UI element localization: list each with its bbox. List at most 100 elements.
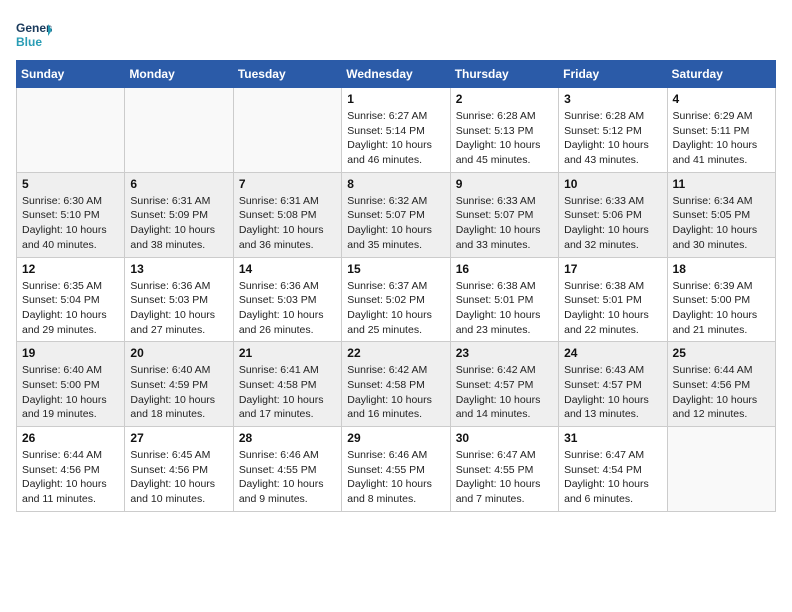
day-number: 12 xyxy=(22,262,119,276)
day-info: Sunrise: 6:33 AM Sunset: 5:06 PM Dayligh… xyxy=(564,194,661,253)
calendar-cell: 27 Sunrise: 6:45 AM Sunset: 4:56 PM Dayli… xyxy=(125,427,233,512)
calendar-cell: 3 Sunrise: 6:28 AM Sunset: 5:12 PM Daylig… xyxy=(559,88,667,173)
svg-text:Blue: Blue xyxy=(16,35,42,49)
day-number: 8 xyxy=(347,177,444,191)
day-number: 21 xyxy=(239,346,336,360)
logo-icon: General Blue xyxy=(16,16,52,52)
day-info: Sunrise: 6:40 AM Sunset: 5:00 PM Dayligh… xyxy=(22,363,119,422)
calendar-cell: 11 Sunrise: 6:34 AM Sunset: 5:05 PM Dayli… xyxy=(667,172,775,257)
calendar-table: SundayMondayTuesdayWednesdayThursdayFrid… xyxy=(16,60,776,512)
day-number: 4 xyxy=(673,92,770,106)
day-info: Sunrise: 6:40 AM Sunset: 4:59 PM Dayligh… xyxy=(130,363,227,422)
calendar-cell: 29 Sunrise: 6:46 AM Sunset: 4:55 PM Dayli… xyxy=(342,427,450,512)
calendar-week-row: 5 Sunrise: 6:30 AM Sunset: 5:10 PM Daylig… xyxy=(17,172,776,257)
calendar-cell: 25Sunrise: 6:44 AM Sunset: 4:56 PM Dayli… xyxy=(667,342,775,427)
day-number: 22 xyxy=(347,346,444,360)
calendar-cell: 26 Sunrise: 6:44 AM Sunset: 4:56 PM Dayli… xyxy=(17,427,125,512)
weekday-header-tuesday: Tuesday xyxy=(233,61,341,88)
calendar-week-row: 12 Sunrise: 6:35 AM Sunset: 5:04 PM Dayli… xyxy=(17,257,776,342)
day-info: Sunrise: 6:28 AM Sunset: 5:12 PM Dayligh… xyxy=(564,109,661,168)
day-info: Sunrise: 6:35 AM Sunset: 5:04 PM Dayligh… xyxy=(22,279,119,338)
logo: General Blue xyxy=(16,16,52,52)
calendar-cell xyxy=(233,88,341,173)
calendar-cell: 28 Sunrise: 6:46 AM Sunset: 4:55 PM Dayli… xyxy=(233,427,341,512)
day-number: 20 xyxy=(130,346,227,360)
calendar-week-row: 26 Sunrise: 6:44 AM Sunset: 4:56 PM Dayli… xyxy=(17,427,776,512)
calendar-cell xyxy=(125,88,233,173)
day-info: Sunrise: 6:42 AM Sunset: 4:57 PM Dayligh… xyxy=(456,363,553,422)
day-info: Sunrise: 6:43 AM Sunset: 4:57 PM Dayligh… xyxy=(564,363,661,422)
day-number: 14 xyxy=(239,262,336,276)
day-number: 26 xyxy=(22,431,119,445)
day-number: 29 xyxy=(347,431,444,445)
day-info: Sunrise: 6:33 AM Sunset: 5:07 PM Dayligh… xyxy=(456,194,553,253)
day-number: 24 xyxy=(564,346,661,360)
calendar-cell xyxy=(667,427,775,512)
calendar-cell: 30 Sunrise: 6:47 AM Sunset: 4:55 PM Dayli… xyxy=(450,427,558,512)
weekday-header-saturday: Saturday xyxy=(667,61,775,88)
weekday-header-thursday: Thursday xyxy=(450,61,558,88)
day-info: Sunrise: 6:38 AM Sunset: 5:01 PM Dayligh… xyxy=(564,279,661,338)
calendar-cell: 2Sunrise: 6:28 AM Sunset: 5:13 PM Daylig… xyxy=(450,88,558,173)
day-info: Sunrise: 6:42 AM Sunset: 4:58 PM Dayligh… xyxy=(347,363,444,422)
day-info: Sunrise: 6:38 AM Sunset: 5:01 PM Dayligh… xyxy=(456,279,553,338)
calendar-cell: 16 Sunrise: 6:38 AM Sunset: 5:01 PM Dayli… xyxy=(450,257,558,342)
calendar-cell: 1 Sunrise: 6:27 AM Sunset: 5:14 PM Daylig… xyxy=(342,88,450,173)
day-number: 13 xyxy=(130,262,227,276)
calendar-week-row: 19 Sunrise: 6:40 AM Sunset: 5:00 PM Dayli… xyxy=(17,342,776,427)
calendar-cell: 19 Sunrise: 6:40 AM Sunset: 5:00 PM Dayli… xyxy=(17,342,125,427)
day-number: 1 xyxy=(347,92,444,106)
day-number: 7 xyxy=(239,177,336,191)
weekday-header-monday: Monday xyxy=(125,61,233,88)
day-number: 19 xyxy=(22,346,119,360)
day-info: Sunrise: 6:31 AM Sunset: 5:09 PM Dayligh… xyxy=(130,194,227,253)
day-info: Sunrise: 6:27 AM Sunset: 5:14 PM Dayligh… xyxy=(347,109,444,168)
calendar-cell: 7 Sunrise: 6:31 AM Sunset: 5:08 PM Daylig… xyxy=(233,172,341,257)
day-number: 16 xyxy=(456,262,553,276)
calendar-cell: 10 Sunrise: 6:33 AM Sunset: 5:06 PM Dayli… xyxy=(559,172,667,257)
day-info: Sunrise: 6:31 AM Sunset: 5:08 PM Dayligh… xyxy=(239,194,336,253)
weekday-header-wednesday: Wednesday xyxy=(342,61,450,88)
calendar-cell: 9Sunrise: 6:33 AM Sunset: 5:07 PM Daylig… xyxy=(450,172,558,257)
calendar-week-row: 1 Sunrise: 6:27 AM Sunset: 5:14 PM Daylig… xyxy=(17,88,776,173)
day-number: 25 xyxy=(673,346,770,360)
day-info: Sunrise: 6:32 AM Sunset: 5:07 PM Dayligh… xyxy=(347,194,444,253)
day-number: 15 xyxy=(347,262,444,276)
day-info: Sunrise: 6:36 AM Sunset: 5:03 PM Dayligh… xyxy=(239,279,336,338)
calendar-cell: 24 Sunrise: 6:43 AM Sunset: 4:57 PM Dayli… xyxy=(559,342,667,427)
day-number: 23 xyxy=(456,346,553,360)
calendar-cell: 20 Sunrise: 6:40 AM Sunset: 4:59 PM Dayli… xyxy=(125,342,233,427)
day-info: Sunrise: 6:44 AM Sunset: 4:56 PM Dayligh… xyxy=(22,448,119,507)
weekday-header-row: SundayMondayTuesdayWednesdayThursdayFrid… xyxy=(17,61,776,88)
svg-text:General: General xyxy=(16,21,52,35)
day-info: Sunrise: 6:34 AM Sunset: 5:05 PM Dayligh… xyxy=(673,194,770,253)
day-info: Sunrise: 6:45 AM Sunset: 4:56 PM Dayligh… xyxy=(130,448,227,507)
day-number: 3 xyxy=(564,92,661,106)
calendar-cell: 5 Sunrise: 6:30 AM Sunset: 5:10 PM Daylig… xyxy=(17,172,125,257)
day-number: 11 xyxy=(673,177,770,191)
weekday-header-friday: Friday xyxy=(559,61,667,88)
day-number: 2 xyxy=(456,92,553,106)
day-info: Sunrise: 6:29 AM Sunset: 5:11 PM Dayligh… xyxy=(673,109,770,168)
calendar-cell: 12 Sunrise: 6:35 AM Sunset: 5:04 PM Dayli… xyxy=(17,257,125,342)
day-number: 27 xyxy=(130,431,227,445)
day-info: Sunrise: 6:47 AM Sunset: 4:55 PM Dayligh… xyxy=(456,448,553,507)
page-header: General Blue xyxy=(16,16,776,52)
day-info: Sunrise: 6:37 AM Sunset: 5:02 PM Dayligh… xyxy=(347,279,444,338)
day-info: Sunrise: 6:36 AM Sunset: 5:03 PM Dayligh… xyxy=(130,279,227,338)
day-number: 10 xyxy=(564,177,661,191)
day-number: 6 xyxy=(130,177,227,191)
day-number: 30 xyxy=(456,431,553,445)
day-info: Sunrise: 6:46 AM Sunset: 4:55 PM Dayligh… xyxy=(347,448,444,507)
calendar-cell: 18Sunrise: 6:39 AM Sunset: 5:00 PM Dayli… xyxy=(667,257,775,342)
day-info: Sunrise: 6:30 AM Sunset: 5:10 PM Dayligh… xyxy=(22,194,119,253)
day-number: 18 xyxy=(673,262,770,276)
calendar-cell: 6 Sunrise: 6:31 AM Sunset: 5:09 PM Daylig… xyxy=(125,172,233,257)
day-info: Sunrise: 6:46 AM Sunset: 4:55 PM Dayligh… xyxy=(239,448,336,507)
day-number: 28 xyxy=(239,431,336,445)
calendar-cell: 15 Sunrise: 6:37 AM Sunset: 5:02 PM Dayli… xyxy=(342,257,450,342)
day-number: 5 xyxy=(22,177,119,191)
calendar-cell: 21 Sunrise: 6:41 AM Sunset: 4:58 PM Dayli… xyxy=(233,342,341,427)
day-info: Sunrise: 6:41 AM Sunset: 4:58 PM Dayligh… xyxy=(239,363,336,422)
day-number: 31 xyxy=(564,431,661,445)
